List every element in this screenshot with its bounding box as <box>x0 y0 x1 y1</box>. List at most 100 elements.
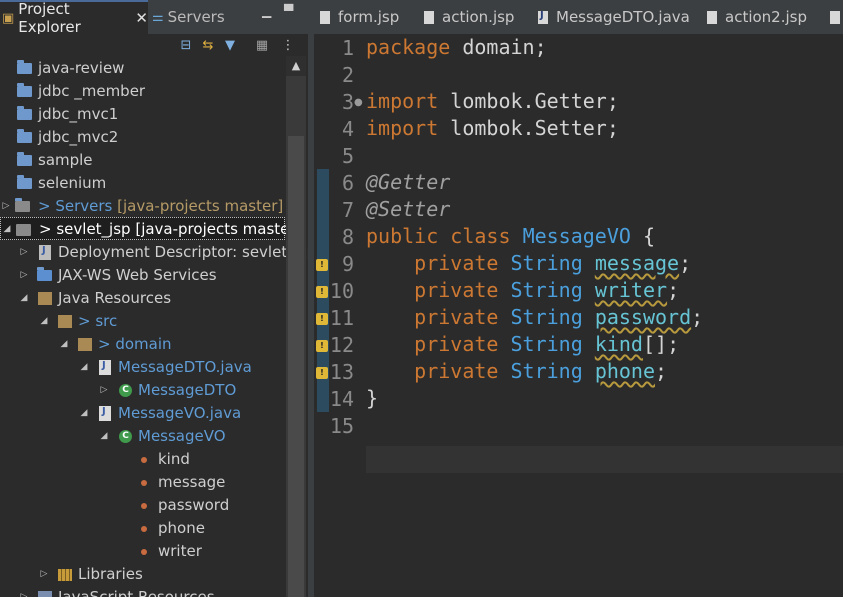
tree-item-messagedto-class[interactable]: ▷ C MessageDTO <box>0 378 286 401</box>
code-area[interactable]: package domain; import lombok.Getter; im… <box>366 34 843 597</box>
tree-item-label-group: > Servers [java-projects master] <box>38 197 283 215</box>
tree-item-deployment-descriptor[interactable]: ▷ Deployment Descriptor: sevlet_jsp <box>0 240 308 263</box>
tree-item-label: Java Resources <box>58 288 172 307</box>
tree-item-suffix: [java-projects master] <box>117 196 284 215</box>
code-line-12: private String kind[]; <box>366 331 679 358</box>
tree-item-label: Servers <box>55 196 113 215</box>
tree-item-field-phone[interactable]: phone <box>0 516 286 539</box>
code-token: } <box>366 386 379 410</box>
project-explorer-panel: ▣ Project Explorer ✕ ⚌ Servers ▁ ▀ ⊟ ⇆ ▼… <box>0 0 308 597</box>
code-line-4: import lombok.Setter; <box>366 115 619 142</box>
tab-project-explorer-label: Project Explorer <box>18 0 81 36</box>
code-line-14: } <box>366 385 378 412</box>
collapse-arrow-icon[interactable]: ◢ <box>38 316 50 326</box>
tree-item-sample[interactable]: sample <box>0 148 286 171</box>
tree-item-prefix: > <box>98 334 111 353</box>
expand-arrow-icon[interactable]: ▷ <box>18 270 30 280</box>
tree-item-messagevo-class[interactable]: ◢ C MessageVO <box>0 424 286 447</box>
link-with-editor-icon[interactable]: ⇆ <box>200 37 216 53</box>
folder-icon <box>16 174 34 191</box>
code-token: []; <box>642 332 680 356</box>
code-line-6: @Getter <box>366 169 450 196</box>
editor-tab-overflow[interactable] <box>830 0 843 34</box>
class-icon: C <box>116 382 134 398</box>
editor-tab-form-jsp[interactable]: form.jsp <box>320 0 399 34</box>
project-explorer-icon: ▣ <box>2 10 15 26</box>
tab-servers-label: Servers <box>167 8 225 26</box>
collapse-all-icon[interactable]: ⊟ <box>178 37 194 53</box>
code-token: String <box>510 332 583 356</box>
code-token: @Setter <box>366 197 451 221</box>
collapse-arrow-icon[interactable]: ◢ <box>18 293 30 303</box>
field-icon <box>134 543 152 559</box>
explorer-scrollbar[interactable]: ▲ <box>286 56 306 597</box>
tree-item-field-message[interactable]: message <box>0 470 286 493</box>
tree-item-prefix: > <box>38 196 51 215</box>
tree-item-java-resources[interactable]: ◢ Java Resources <box>0 286 286 309</box>
expand-arrow-icon[interactable]: ▷ <box>18 592 30 597</box>
editor-tab-action2-jsp[interactable]: action2.jsp <box>707 0 807 34</box>
jsp-file-icon <box>830 10 840 24</box>
collapse-arrow-icon[interactable]: ◢ <box>78 362 90 372</box>
filter-icon[interactable]: ▼ <box>222 37 238 53</box>
minimize-icon[interactable]: ▁ <box>262 4 271 18</box>
scrollbar-thumb[interactable] <box>288 136 304 597</box>
collapse-arrow-icon[interactable]: ◢ <box>98 431 110 441</box>
tree-item-jdbc-mvc1[interactable]: jdbc_mvc1 <box>0 102 286 125</box>
field-icon <box>134 497 152 513</box>
class-icon: C <box>116 428 134 444</box>
tree-item-field-kind[interactable]: kind <box>0 447 286 470</box>
tab-servers[interactable]: ⚌ Servers <box>150 0 225 34</box>
tree-item-libraries[interactable]: ▷ Libraries <box>0 562 286 585</box>
scroll-up-icon[interactable]: ▲ <box>286 56 306 76</box>
current-line-highlight <box>366 446 843 473</box>
tree-item-messagevo-java[interactable]: ◢ MessageVO.java <box>0 401 286 424</box>
expand-arrow-icon[interactable]: ▷ <box>18 247 30 257</box>
view-menu-icon[interactable]: ⋮ <box>280 37 296 53</box>
editor-tab-label: action2.jsp <box>725 8 807 26</box>
code-line-8: public class MessageVO { <box>366 223 655 250</box>
focus-icon[interactable]: ▦ <box>254 37 270 53</box>
tree-item-jax-ws[interactable]: ▷ JAX-WS Web Services <box>0 263 286 286</box>
expand-arrow-icon[interactable]: ▷ <box>38 569 50 579</box>
collapse-arrow-icon[interactable]: ◢ <box>1 224 13 234</box>
tab-project-explorer[interactable]: ▣ Project Explorer ✕ <box>0 0 148 36</box>
tree-item-domain[interactable]: ◢ > domain <box>0 332 286 355</box>
tree-item-sevlet-jsp[interactable]: ◢ > sevlet_jsp [java-projects master] <box>0 217 301 240</box>
maximize-icon[interactable]: ▀ <box>284 4 293 18</box>
close-icon[interactable]: ✕ <box>135 9 148 27</box>
tree-item-javascript-resources[interactable]: ▷ JavaScript Resources <box>0 585 286 597</box>
tree-item-field-writer[interactable]: writer <box>0 539 286 562</box>
java-resources-icon <box>36 290 54 306</box>
tree-item-label: JAX-WS Web Services <box>58 265 217 284</box>
tree-item-servers[interactable]: ▷ > Servers [java-projects master] <box>0 194 286 217</box>
tree-item-messagedto-java[interactable]: ◢ MessageDTO.java <box>0 355 286 378</box>
editor-tab-action-jsp[interactable]: action.jsp <box>424 0 514 34</box>
java-file-icon <box>96 405 114 421</box>
tree-item-label: kind <box>158 449 190 468</box>
tree-item-jdbc-mvc2[interactable]: jdbc_mvc2 <box>0 125 286 148</box>
fold-collapse-icon[interactable]: ● <box>354 97 363 108</box>
field-icon <box>134 451 152 467</box>
line-number: 8 <box>341 225 354 249</box>
collapse-arrow-icon[interactable]: ◢ <box>58 339 70 349</box>
expand-arrow-icon[interactable]: ▷ <box>98 385 110 395</box>
editor-tab-messagedto-java[interactable]: MessageDTO.java <box>538 0 690 34</box>
tree-item-selenium[interactable]: selenium <box>0 171 286 194</box>
code-token: package <box>366 35 451 59</box>
tree-item-field-password[interactable]: password <box>0 493 286 516</box>
jsp-file-icon <box>707 10 717 24</box>
tree-item-label-group: > sevlet_jsp [java-projects master] <box>39 220 301 238</box>
code-token: domain; <box>450 35 547 59</box>
code-token: password <box>594 305 692 329</box>
line-number: 15 <box>329 414 354 438</box>
descriptor-icon <box>36 244 54 260</box>
code-token: class <box>450 224 511 248</box>
expand-arrow-icon[interactable]: ▷ <box>0 201 12 211</box>
tree-item-src[interactable]: ◢ > src <box>0 309 286 332</box>
tree-item-java-review[interactable]: java-review <box>0 56 286 79</box>
tree-item-jdbc-member[interactable]: jdbc _member <box>0 79 286 102</box>
libraries-icon <box>56 566 74 582</box>
tree-item-label-group: > domain <box>98 335 172 353</box>
collapse-arrow-icon[interactable]: ◢ <box>78 408 90 418</box>
